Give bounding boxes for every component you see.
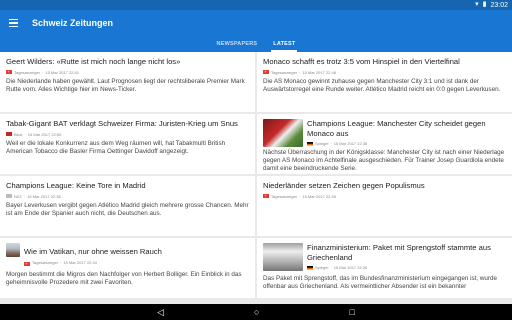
article-date: 15 Mar 2017 22:38 xyxy=(333,141,368,146)
source-flag-icon xyxy=(307,141,313,146)
source-flag-icon xyxy=(263,193,269,198)
article-source: Tagesanzeiger xyxy=(32,260,59,266)
article-date: 15 Mar 2017 22:51 xyxy=(45,69,79,75)
article-body: Die Niederlande haben gewählt. Laut Prog… xyxy=(6,77,245,93)
article-date: 15 Mar 2017 22:48 xyxy=(302,69,336,75)
source-flag-icon xyxy=(6,132,12,136)
article-thumbnail xyxy=(6,243,20,257)
article-date: 15 Mar 2017 22:35 xyxy=(302,193,336,199)
article-meta: Spiegel · 15 Mar 2017 22:38 xyxy=(307,141,506,146)
article-title: Finanzministerium: Paket mit Sprengstoff… xyxy=(307,243,491,262)
article-card[interactable]: Niederländer setzen Zeichen gegen Populi… xyxy=(257,176,512,236)
tab-latest[interactable]: LATEST xyxy=(271,36,298,52)
tab-bar: NEWSPAPERS LATEST xyxy=(0,36,512,52)
wifi-icon: ▾ xyxy=(475,1,479,8)
article-source: Spiegel xyxy=(315,141,329,146)
tab-newspapers[interactable]: NEWSPAPERS xyxy=(215,36,260,52)
article-date: 15 Mar 2017 22:34 xyxy=(63,260,97,266)
article-source: Tagesanzeiger xyxy=(14,69,41,75)
article-card[interactable]: Champions League: Manchester City scheid… xyxy=(257,114,512,174)
source-flag-icon xyxy=(6,194,12,198)
article-source: NZZ xyxy=(14,193,22,199)
source-flag-icon xyxy=(6,69,12,74)
article-card[interactable]: Geert Wilders: «Rutte ist mich noch lang… xyxy=(0,52,255,112)
article-title: Wie im Vatikan, nur ohne weissen Rauch xyxy=(24,246,162,256)
article-thumbnail xyxy=(263,243,303,271)
article-grid: Geert Wilders: «Rutte ist mich noch lang… xyxy=(0,52,512,304)
article-title: Champions League: Keine Tore in Madrid xyxy=(6,181,146,190)
article-title: Champions League: Manchester City scheid… xyxy=(307,119,486,138)
article-meta: Tagesanzeiger · 15 Mar 2017 22:34 xyxy=(24,259,249,268)
article-meta: Tagesanzeiger · 15 Mar 2017 22:35 xyxy=(263,193,506,199)
article-meta: Tagesanzeiger · 15 Mar 2017 22:51 xyxy=(6,69,249,75)
article-thumbnail xyxy=(263,119,303,147)
article-source: Blick xyxy=(14,131,23,137)
article-date: 15 Mar 2017 22:50 xyxy=(27,131,62,137)
article-title: Tabak-Gigant BAT verklagt Schweizer Firm… xyxy=(6,119,238,128)
article-meta: Tagesanzeiger · 15 Mar 2017 22:48 xyxy=(263,69,506,75)
status-time: 23:02 xyxy=(490,1,508,9)
article-body: Weil er die lokale Konkurrenz aus dem We… xyxy=(6,139,226,155)
article-card[interactable]: Finanzministerium: Paket mit Sprengstoff… xyxy=(257,238,512,298)
system-nav-bar: ◁ ○ □ xyxy=(0,304,512,320)
article-body: Die AS Monaco gewinnt zuhause gegen Manc… xyxy=(263,77,501,93)
battery-icon: ▮ xyxy=(482,1,487,8)
article-meta: Spiegel · 15 Mar 2017 22:26 xyxy=(307,265,506,270)
menu-icon[interactable] xyxy=(0,10,26,36)
recents-icon[interactable]: □ xyxy=(349,304,354,320)
app-bar: Schweiz Zeitungen xyxy=(0,10,512,36)
article-body: Morgen bestimmt die Migros den Nachfolge… xyxy=(6,270,242,286)
status-bar: ▾ ▮ 23:02 xyxy=(0,0,512,10)
article-source: Tagesanzeiger xyxy=(271,193,298,199)
article-card[interactable]: Wie im Vatikan, nur ohne weissen Rauch T… xyxy=(0,238,255,298)
article-title: Niederländer setzen Zeichen gegen Populi… xyxy=(263,181,425,190)
article-card[interactable]: Champions League: Keine Tore in Madrid N… xyxy=(0,176,255,236)
article-meta: NZZ · 15 Mar 2017 22:36 xyxy=(6,194,249,199)
back-icon[interactable]: ◁ xyxy=(157,304,164,320)
article-title: Geert Wilders: «Rutte ist mich noch lang… xyxy=(6,57,181,66)
article-title: Monaco schafft es trotz 3:5 vom Hinspiel… xyxy=(263,57,460,66)
source-flag-icon xyxy=(307,265,313,270)
article-card[interactable]: Tabak-Gigant BAT verklagt Schweizer Firm… xyxy=(0,114,255,174)
article-date: 15 Mar 2017 22:26 xyxy=(333,265,368,270)
source-flag-icon xyxy=(24,260,30,268)
article-meta: Blick · 15 Mar 2017 22:50 xyxy=(6,132,249,137)
source-flag-icon xyxy=(263,69,269,74)
article-card[interactable]: Monaco schafft es trotz 3:5 vom Hinspiel… xyxy=(257,52,512,112)
article-body: Nächste Überraschung in der Königsklasse… xyxy=(263,149,505,173)
article-body: Bayer Leverkusen vergibt gegen Atlético … xyxy=(6,201,249,217)
article-body: Das Paket mit Sprengstoff, das im Bundes… xyxy=(263,274,498,290)
home-icon[interactable]: ○ xyxy=(254,304,259,320)
article-source: Spiegel xyxy=(315,265,329,270)
article-date: 15 Mar 2017 22:36 xyxy=(27,193,61,199)
app-title: Schweiz Zeitungen xyxy=(32,18,114,28)
article-source: Tagesanzeiger xyxy=(271,69,298,75)
